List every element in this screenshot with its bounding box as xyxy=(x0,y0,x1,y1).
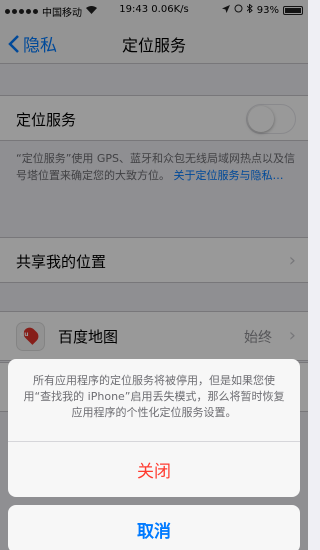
action-sheet: 所有应用程序的定位服务将被停用，但是如果您使用“查找我的 iPhone”启用丢失… xyxy=(8,359,300,497)
cancel-button[interactable]: 取消 xyxy=(8,505,300,550)
turn-off-button[interactable]: 关闭 xyxy=(8,442,300,497)
action-sheet-message: 所有应用程序的定位服务将被停用，但是如果您使用“查找我的 iPhone”启用丢失… xyxy=(23,374,285,419)
